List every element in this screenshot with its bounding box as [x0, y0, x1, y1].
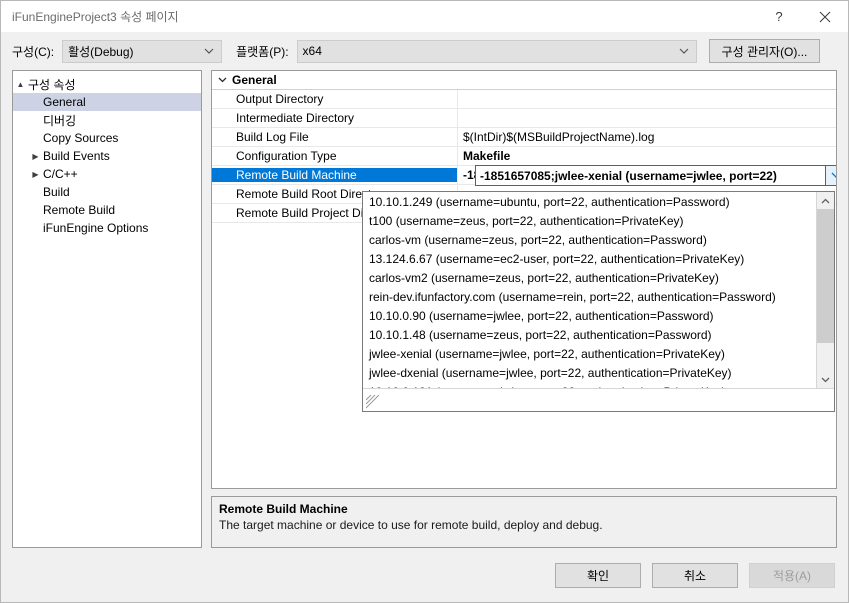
platform-label: 플랫폼(P):: [236, 44, 289, 59]
dropdown-item[interactable]: 10.10.1.249 (username=ubuntu, port=22, a…: [363, 193, 816, 212]
chevron-down-icon[interactable]: [212, 77, 232, 83]
configuration-value: 활성(Debug): [68, 44, 134, 59]
cancel-button[interactable]: 취소: [652, 562, 738, 588]
configuration-label: 구성(C):: [12, 44, 55, 59]
property-tree[interactable]: ▲ 구성 속성 General 디버깅 Copy Sources ▶ Build Eve…: [12, 70, 202, 548]
triangle-right-icon[interactable]: ▶: [28, 152, 43, 161]
tree-item-label: Remote Build: [43, 203, 116, 217]
description-pane: Remote Build Machine The target machine …: [211, 496, 837, 548]
resize-grip-icon[interactable]: [365, 394, 380, 409]
chevron-down-icon[interactable]: [825, 166, 836, 185]
tree-item-label: Build: [43, 185, 70, 199]
dropdown-item[interactable]: 10.10.0.90 (username=jwlee, port=22, aut…: [363, 307, 816, 326]
grid-row[interactable]: Intermediate Directory: [212, 109, 836, 128]
tree-item-label: Copy Sources: [43, 131, 119, 145]
grid-property-name: Output Directory: [236, 92, 324, 106]
tree-item-label: 디버깅: [43, 113, 77, 128]
platform-value: x64: [302, 44, 322, 58]
grid-row[interactable]: Build Log File $(IntDir)$(MSBuildProjectN…: [212, 128, 836, 147]
question-mark-icon: ?: [775, 9, 783, 24]
dropdown-item[interactable]: 10.10.1.48 (username=zeus, port=22, auth…: [363, 326, 816, 345]
remote-build-machine-dropdown-list[interactable]: 10.10.1.249 (username=ubuntu, port=22, a…: [362, 191, 835, 412]
tree-item-[interactable]: 디버깅: [13, 111, 201, 129]
dropdown-item[interactable]: 13.124.6.67 (username=ec2-user, port=22,…: [363, 250, 816, 269]
tree-item-build[interactable]: Build: [13, 183, 201, 201]
configuration-bar: 구성(C): 활성(Debug) 플랫폼(P): x64 구성 관리자(O)..…: [1, 32, 848, 70]
grid-property-name: Build Log File: [236, 130, 309, 144]
ok-button[interactable]: 확인: [555, 562, 641, 588]
grid-property-name: Intermediate Directory: [236, 111, 355, 125]
dropdown-item[interactable]: jwlee-dxenial (username=jwlee, port=22, …: [363, 364, 816, 383]
window-controls: ?: [756, 1, 848, 32]
grid-category-label: General: [232, 73, 277, 87]
tree-item-build-events[interactable]: ▶ Build Events: [13, 147, 201, 165]
apply-button: 적용(A): [749, 562, 835, 588]
configuration-combobox[interactable]: 활성(Debug): [62, 39, 223, 63]
grid-property-name: Remote Build Machine: [212, 168, 457, 182]
remote-build-machine-combobox[interactable]: -1851657085;jwlee-xenial (username=jwlee…: [475, 165, 836, 186]
tree-item-copy-sources[interactable]: Copy Sources: [13, 129, 201, 147]
grid-row[interactable]: Configuration Type Makefile: [212, 147, 836, 166]
scrollbar-thumb[interactable]: [817, 209, 834, 344]
dropdown-scrollbar[interactable]: [816, 192, 834, 388]
chevron-down-icon: [679, 41, 689, 62]
tree-item-remote-build[interactable]: Remote Build: [13, 201, 201, 219]
configuration-manager-button[interactable]: 구성 관리자(O)...: [708, 39, 821, 63]
dialog-footer: 확인 취소 적용(A): [1, 548, 848, 602]
triangle-down-icon[interactable]: ▲: [13, 80, 28, 89]
scroll-up-arrow-icon[interactable]: [817, 192, 834, 209]
grid-property-value[interactable]: [457, 90, 836, 108]
dropdown-item[interactable]: jwlee-xenial (username=jwlee, port=22, a…: [363, 345, 816, 364]
tree-root-configuration-properties[interactable]: ▲ 구성 속성: [13, 75, 201, 93]
tree-item-list: General 디버깅 Copy Sources ▶ Build Events ▶ C/C+…: [13, 93, 201, 237]
tree-root-label: 구성 속성: [28, 77, 76, 92]
window-title: iFunEngineProject3 속성 페이지: [12, 10, 179, 24]
scroll-down-arrow-icon[interactable]: [817, 371, 834, 388]
dropdown-item[interactable]: t100 (username=zeus, port=22, authentica…: [363, 212, 816, 231]
dropdown-list-body: 10.10.1.249 (username=ubuntu, port=22, a…: [363, 192, 834, 388]
platform-combobox[interactable]: x64: [296, 39, 697, 63]
dropdown-items: 10.10.1.249 (username=ubuntu, port=22, a…: [363, 192, 816, 388]
grid-row[interactable]: Output Directory: [212, 90, 836, 109]
dropdown-footer: [363, 388, 834, 411]
tree-item-general[interactable]: General: [13, 93, 201, 111]
triangle-right-icon[interactable]: ▶: [28, 170, 43, 179]
grid-property-value[interactable]: $(IntDir)$(MSBuildProjectName).log: [457, 128, 836, 146]
grid-category-spacer: [457, 71, 836, 89]
grid-property-value[interactable]: Makefile: [457, 147, 836, 165]
dropdown-item[interactable]: carlos-vm (username=zeus, port=22, authe…: [363, 231, 816, 250]
tree-item-label: General: [43, 95, 86, 109]
dropdown-item[interactable]: carlos-vm2 (username=zeus, port=22, auth…: [363, 269, 816, 288]
description-title: Remote Build Machine: [219, 502, 348, 516]
tree-item-c-c[interactable]: ▶ C/C++: [13, 165, 201, 183]
grid-category-general[interactable]: General: [212, 71, 836, 90]
chevron-down-icon: [204, 41, 214, 62]
tree-item-label: Build Events: [43, 149, 110, 163]
grid-property-value[interactable]: [457, 109, 836, 127]
help-button[interactable]: ?: [756, 1, 802, 32]
tree-item-ifunengine-options[interactable]: iFunEngine Options: [13, 219, 201, 237]
dropdown-item[interactable]: rein-dev.ifunfactory.com (username=rein,…: [363, 288, 816, 307]
tree-item-label: iFunEngine Options: [43, 221, 149, 235]
close-icon: [819, 11, 831, 23]
title-bar: iFunEngineProject3 속성 페이지 ?: [1, 1, 848, 32]
scrollbar-track[interactable]: [817, 209, 834, 371]
grid-property-name: Configuration Type: [236, 149, 337, 163]
close-button[interactable]: [802, 1, 848, 32]
description-text: The target machine or device to use for …: [219, 518, 603, 532]
remote-build-machine-value: -1851657085;jwlee-xenial (username=jwlee…: [480, 168, 777, 183]
tree-item-label: C/C++: [43, 167, 78, 181]
